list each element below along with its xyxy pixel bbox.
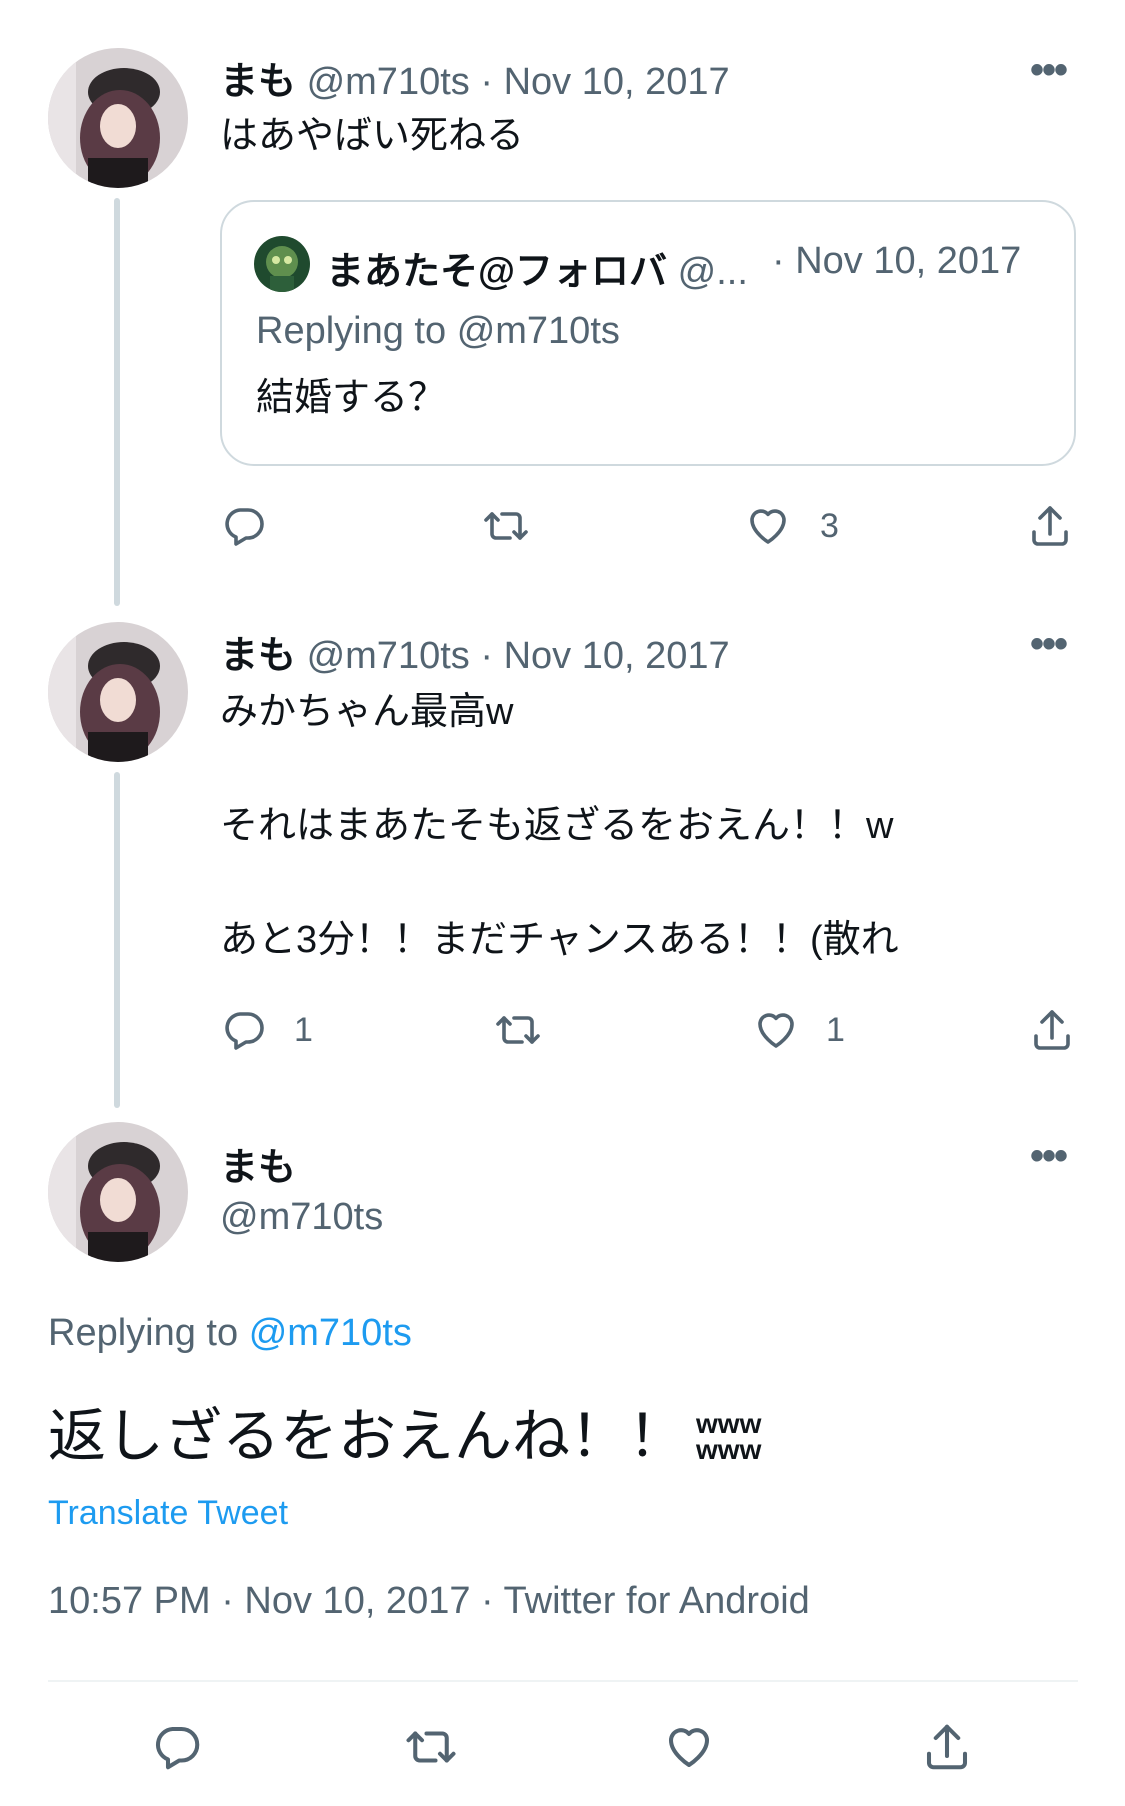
- reply-count: 1: [294, 1010, 313, 1049]
- retweet-icon: [482, 502, 530, 550]
- quote-text: 結婚する？: [256, 377, 447, 419]
- reply-icon: [220, 1006, 268, 1054]
- divider: [48, 1680, 1078, 1682]
- display-name[interactable]: まも: [220, 1136, 296, 1191]
- quote-date: · Nov 10, 2017: [772, 240, 1022, 282]
- more-icon[interactable]: •••: [1030, 1134, 1068, 1179]
- quote-display-name: まあたそ@フォロバ: [326, 251, 668, 293]
- share-icon: [920, 1720, 974, 1774]
- tweet-text-line: それはまあたそも返ざるをおえん！！w: [220, 805, 894, 847]
- retweet-icon: [404, 1720, 458, 1774]
- separator: ·: [480, 635, 493, 677]
- replying-handle-link[interactable]: @m710ts: [249, 1312, 412, 1354]
- tweet-date[interactable]: Nov 10, 2017: [504, 61, 730, 103]
- retweet-button[interactable]: [494, 1006, 542, 1054]
- reply-button[interactable]: [220, 502, 268, 550]
- share-button[interactable]: [1028, 1006, 1076, 1054]
- like-button[interactable]: 1: [752, 1006, 845, 1054]
- main-text-suffix: www www: [696, 1410, 762, 1465]
- quote-replying: Replying to @m710ts: [256, 310, 620, 353]
- reply-icon: [220, 502, 268, 550]
- like-button[interactable]: 3: [744, 502, 839, 550]
- tweet-text: はあやばい死ねる: [220, 115, 525, 157]
- avatar[interactable]: [48, 48, 188, 188]
- more-icon[interactable]: •••: [1030, 622, 1068, 667]
- display-name[interactable]: まも: [220, 635, 296, 677]
- like-button[interactable]: [662, 1720, 716, 1774]
- quote-tweet[interactable]: まあたそ@フォロバ @... · Nov 10, 2017 Replying t…: [220, 200, 1076, 466]
- like-icon: [662, 1720, 716, 1774]
- replying-handle: @m710ts: [456, 310, 620, 352]
- replying-prefix: Replying to: [48, 1312, 239, 1354]
- display-name[interactable]: まも: [220, 61, 296, 103]
- replying-to: Replying to @m710ts: [48, 1312, 412, 1355]
- reply-icon: [150, 1720, 204, 1774]
- share-button[interactable]: [920, 1720, 974, 1774]
- retweet-button[interactable]: [404, 1720, 458, 1774]
- separator: ·: [480, 61, 493, 103]
- share-button[interactable]: [1026, 502, 1074, 550]
- thread-line: [114, 198, 120, 606]
- suffix-bottom: www: [696, 1434, 762, 1465]
- tweet-header: まも @m710ts · Nov 10, 2017: [220, 50, 730, 105]
- quote-handle: @...: [677, 251, 748, 293]
- main-tweet-text: 返しざるをおえんね！！ www www: [48, 1402, 761, 1472]
- replying-prefix: Replying to: [256, 310, 447, 352]
- avatar[interactable]: [48, 1122, 188, 1262]
- translate-tweet-link[interactable]: Translate Tweet: [48, 1494, 288, 1533]
- retweet-button[interactable]: [482, 502, 530, 550]
- tweet-date[interactable]: Nov 10, 2017: [504, 635, 730, 677]
- more-icon[interactable]: •••: [1030, 48, 1068, 93]
- handle[interactable]: @m710ts: [220, 1196, 383, 1239]
- like-count: 1: [826, 1010, 845, 1049]
- quote-header: まあたそ@フォロバ @...: [326, 240, 748, 295]
- tweet-meta: 10:57 PM · Nov 10, 2017 · Twitter for An…: [48, 1580, 810, 1622]
- reply-button[interactable]: 1: [220, 1006, 313, 1054]
- like-icon: [744, 502, 792, 550]
- handle[interactable]: @m710ts: [307, 61, 470, 103]
- thread-line: [114, 772, 120, 1108]
- quote-avatar: [254, 236, 310, 292]
- tweet-text-line: あと3分！！まだチャンスある！！(散れ: [220, 919, 899, 961]
- avatar[interactable]: [48, 622, 188, 762]
- retweet-icon: [494, 1006, 542, 1054]
- share-icon: [1028, 1006, 1076, 1054]
- share-icon: [1026, 502, 1074, 550]
- handle[interactable]: @m710ts: [307, 635, 470, 677]
- main-text: 返しざるをおえんね！！: [48, 1404, 687, 1469]
- reply-button[interactable]: [150, 1720, 204, 1774]
- tweet-header: まも @m710ts · Nov 10, 2017: [220, 624, 730, 679]
- like-count: 3: [820, 506, 839, 545]
- tweet-text-line: みかちゃん最高w: [220, 691, 514, 733]
- like-icon: [752, 1006, 800, 1054]
